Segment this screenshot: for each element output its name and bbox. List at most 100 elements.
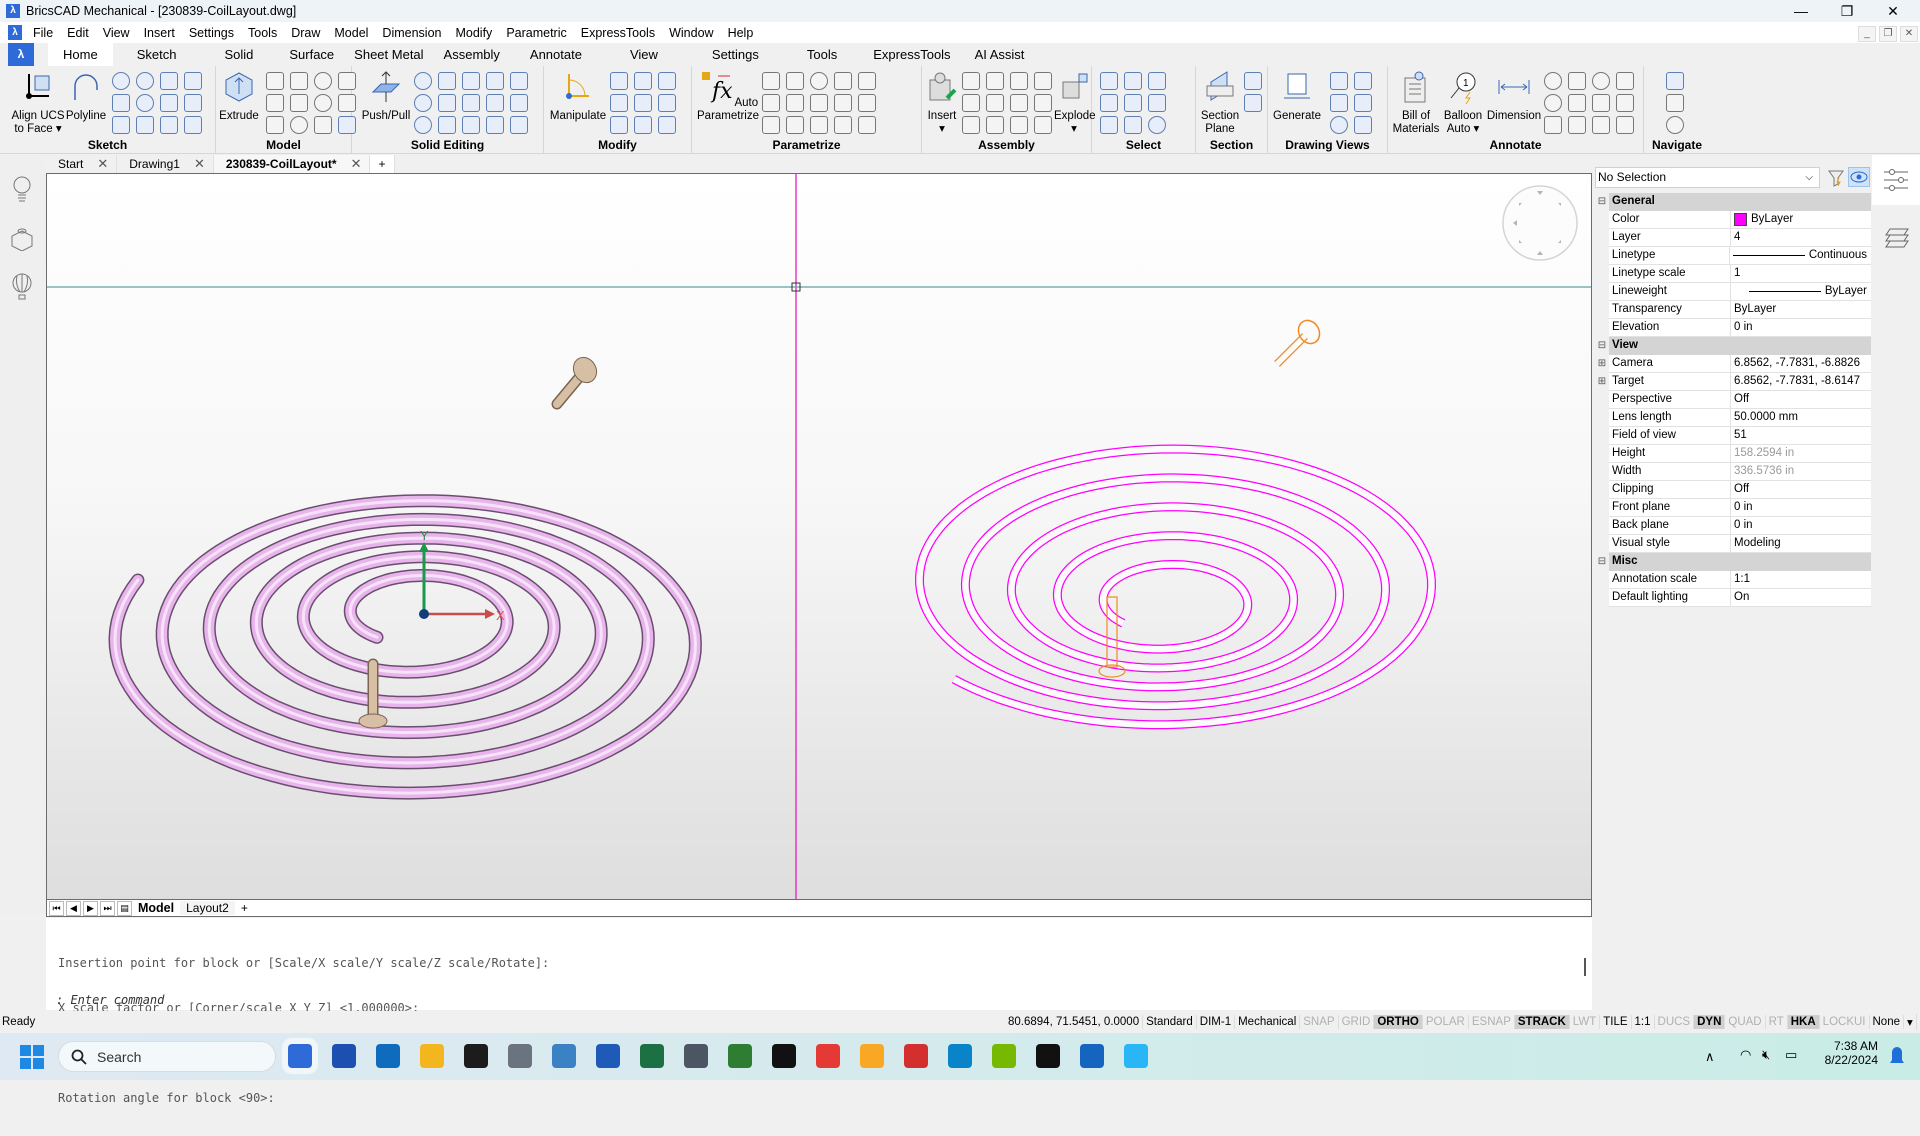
property-row[interactable]: Back plane 0 in [1595, 517, 1871, 535]
vectorworks-icon[interactable] [1036, 1044, 1060, 1068]
text-icon[interactable] [1616, 72, 1634, 90]
union-icon[interactable] [414, 72, 432, 90]
circle-icon[interactable] [112, 72, 130, 90]
add-layout-button[interactable]: + [235, 901, 254, 915]
restore-button[interactable]: ❐ [1824, 0, 1870, 22]
tab-expresstools[interactable]: ExpressTools [861, 43, 962, 66]
angular-dim-icon[interactable] [1592, 94, 1610, 112]
select-text-icon[interactable] [1124, 94, 1142, 112]
section-view-small-icon[interactable] [1354, 72, 1372, 90]
status-polar[interactable]: POLAR [1423, 1015, 1469, 1029]
explode-button[interactable]: Explode ▾ [1054, 70, 1096, 136]
radius-icon[interactable] [786, 94, 804, 112]
photos-icon[interactable] [728, 1044, 752, 1068]
property-row[interactable]: Clipping Off [1595, 481, 1871, 499]
taskbar-search[interactable]: Search [58, 1041, 276, 1072]
copy-faces-icon[interactable] [486, 94, 504, 112]
detail-view-icon[interactable] [1330, 94, 1348, 112]
property-value[interactable]: Off [1731, 481, 1871, 499]
menu-dimension[interactable]: Dimension [375, 26, 448, 40]
line-icon[interactable] [112, 94, 130, 112]
tab-ai-assist[interactable]: AI Assist [963, 43, 1037, 66]
status-rt[interactable]: RT [1766, 1015, 1788, 1029]
app-menu-icon[interactable]: λ [8, 25, 22, 40]
layout-list-button[interactable]: ▤ [117, 900, 132, 916]
parameter-icon[interactable] [858, 72, 876, 90]
excel-icon[interactable] [640, 1044, 664, 1068]
new-tab-button[interactable]: + [370, 155, 395, 173]
doc-restore-button[interactable]: ❐ [1879, 26, 1897, 42]
clock[interactable]: 7:38 AM 8/22/2024 [1808, 1039, 1878, 1067]
doc-minimize-button[interactable]: _ [1858, 26, 1876, 42]
sphere-icon[interactable] [266, 116, 284, 134]
array-icon[interactable] [658, 72, 676, 90]
application-button[interactable]: λ [8, 43, 34, 66]
doc-tab-start[interactable]: Start ✕ [46, 155, 118, 173]
properties-tab[interactable] [1872, 155, 1920, 205]
status-hka[interactable]: HKA [1787, 1015, 1820, 1029]
diameter-icon[interactable] [1544, 72, 1562, 90]
link-icon[interactable] [1010, 94, 1028, 112]
property-row[interactable]: Lens length 50.0000 mm [1595, 409, 1871, 427]
command-scrollbar[interactable] [1584, 958, 1586, 976]
status--[interactable]: ▾ [1904, 1014, 1917, 1030]
collapse-icon[interactable]: ⊟ [1595, 193, 1609, 211]
property-value[interactable]: ByLayer [1731, 283, 1871, 301]
menu-settings[interactable]: Settings [182, 26, 241, 40]
scale-icon[interactable] [634, 94, 652, 112]
layers-icon[interactable] [1884, 225, 1910, 249]
property-value[interactable]: 336.5736 in [1731, 463, 1871, 481]
view-compass[interactable] [1502, 185, 1578, 261]
windows-start-icon[interactable] [20, 1045, 44, 1069]
slice-icon[interactable] [462, 94, 480, 112]
region-icon[interactable] [184, 94, 202, 112]
property-value[interactable]: ByLayer [1731, 211, 1871, 229]
tab-sheet-metal[interactable]: Sheet Metal [346, 43, 431, 66]
move-icon[interactable] [610, 72, 628, 90]
projected-view-icon[interactable] [1330, 72, 1348, 90]
property-value[interactable]: 0 in [1731, 517, 1871, 535]
box-icon[interactable] [290, 72, 308, 90]
shell-icon[interactable] [510, 72, 528, 90]
status-lwt[interactable]: LWT [1570, 1015, 1601, 1029]
separate-icon[interactable] [486, 116, 504, 134]
status-grid[interactable]: GRID [1339, 1015, 1375, 1029]
status-tile[interactable]: TILE [1600, 1015, 1632, 1029]
property-row[interactable]: Annotation scale 1:1 [1595, 571, 1871, 589]
property-value[interactable]: Continuous [1729, 247, 1871, 265]
property-row[interactable]: Elevation 0 in [1595, 319, 1871, 337]
doc-close-button[interactable]: ✕ [1900, 26, 1918, 42]
menu-model[interactable]: Model [327, 26, 375, 40]
generate-button[interactable]: Generate [1272, 70, 1322, 123]
section-plane-button[interactable]: Section Plane [1198, 70, 1242, 136]
last-layout-button[interactable]: ⏭ [100, 900, 115, 916]
dimension-button[interactable]: Dimension [1486, 70, 1542, 123]
menu-tools[interactable]: Tools [241, 26, 284, 40]
arc-icon[interactable] [184, 72, 202, 90]
manipulate-button[interactable]: Manipulate [548, 70, 608, 123]
tab-settings[interactable]: Settings [688, 43, 783, 66]
property-row[interactable]: Perspective Off [1595, 391, 1871, 409]
property-value[interactable]: 0 in [1731, 319, 1871, 337]
update-views-icon[interactable] [1354, 94, 1372, 112]
property-value[interactable]: 0 in [1731, 499, 1871, 517]
fillet-edges-icon[interactable] [438, 72, 456, 90]
property-row[interactable]: Field of view 51 [1595, 427, 1871, 445]
arc-length-icon[interactable] [1544, 116, 1562, 134]
components-icon[interactable] [10, 225, 34, 251]
select-filter-icon[interactable] [1124, 72, 1142, 90]
coil-wireframe-view[interactable] [914, 317, 1437, 730]
align-ucs-button[interactable]: Align UCS to Face ▾ [10, 70, 66, 136]
property-value[interactable]: 1 [1731, 265, 1871, 283]
linear-dim-icon[interactable] [1568, 72, 1586, 90]
file-explorer-icon[interactable] [420, 1044, 444, 1068]
update-icon[interactable] [1034, 116, 1052, 134]
hot-air-balloon-icon[interactable] [10, 273, 34, 301]
status-strack[interactable]: STRACK [1514, 1015, 1570, 1029]
spline-icon[interactable] [136, 116, 154, 134]
collapse-icon[interactable]: ⊟ [1595, 553, 1609, 571]
7zip-icon[interactable] [772, 1044, 796, 1068]
pan-icon[interactable] [1666, 72, 1684, 90]
edge-icon[interactable] [948, 1044, 972, 1068]
intersect-icon[interactable] [414, 116, 432, 134]
